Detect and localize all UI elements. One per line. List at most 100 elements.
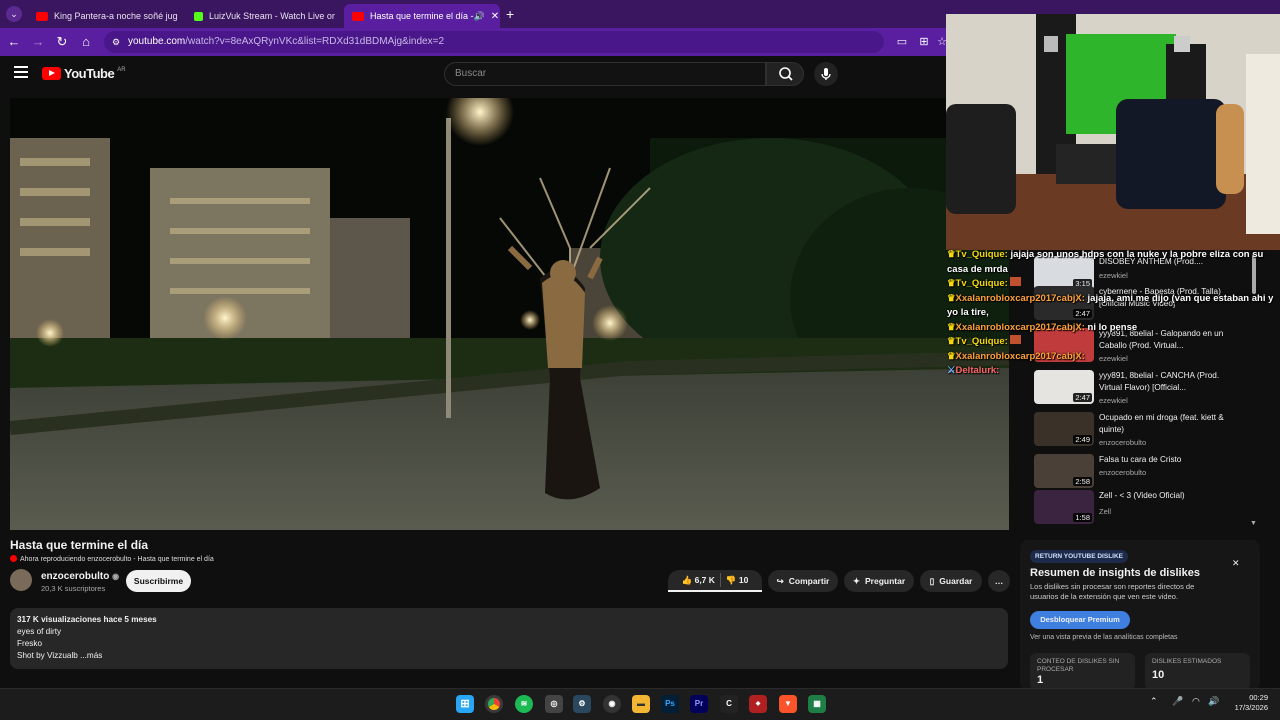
duration-badge: 2:58 — [1073, 477, 1092, 486]
video-thumbnail[interactable]: 2:58 — [1034, 454, 1094, 488]
chat-message: ♛Tv_Quique: jajaja son unos hdps con la … — [946, 248, 1280, 277]
mic-tray-icon[interactable]: 🎤 — [1172, 696, 1183, 707]
emote-icon — [1010, 277, 1022, 286]
tab-hasta-que-termine[interactable]: Hasta que termine el día - 🔊 ✕ — [344, 4, 500, 28]
more-icon: … — [994, 576, 1004, 586]
file-explorer-icon[interactable]: ▬ — [632, 695, 650, 713]
channel-name[interactable]: enzocerobulto — [1099, 468, 1146, 477]
list-item[interactable]: 2:58 Falsa tu cara de Cristo enzocerobul… — [1034, 454, 1254, 490]
home-icon[interactable]: ⌂ — [78, 34, 94, 50]
dislike-insights-panel: RETURN YOUTUBE DISLIKE ✕ Resumen de insi… — [1020, 540, 1260, 690]
chat-message: ♛Xxalanrobloxcarp2017cabjX: — [946, 350, 1280, 365]
speaker-icon[interactable]: 🔊 — [474, 11, 485, 22]
tray-chevron-icon[interactable]: ⌃ — [1150, 696, 1158, 707]
steam-icon[interactable]: ⚙ — [573, 695, 591, 713]
description-line: Fresko — [17, 639, 43, 648]
list-item[interactable]: 2:49 Ocupado en mi droga (feat. kiett & … — [1034, 412, 1254, 448]
youtube-favicon-icon — [352, 11, 364, 21]
chat-username: Xxalanrobloxcarp2017cabjX: — [955, 350, 1085, 362]
dislike-button[interactable]: 👎 10 — [726, 569, 748, 591]
video-frame — [10, 98, 1009, 530]
wifi-icon[interactable]: ◠ — [1192, 696, 1200, 707]
back-icon[interactable]: ← — [6, 34, 22, 50]
volume-icon[interactable]: 🔊 — [1208, 696, 1219, 707]
tab-list-button[interactable]: ⌄ — [6, 6, 22, 22]
url-path: /watch?v=8eAxQRynVKc&list=RDXd31dBDMAjg&… — [185, 36, 445, 47]
webcam-overlay — [946, 14, 1280, 250]
panel-body: Los dislikes sin procesar son reportes d… — [1030, 582, 1195, 601]
photoshop-icon[interactable]: Ps — [661, 695, 679, 713]
search-button[interactable] — [766, 62, 804, 86]
tab-luizvuk[interactable]: LuizVuk Stream - Watch Live or ✕ — [186, 4, 340, 28]
close-tab-icon[interactable]: ✕ — [335, 11, 340, 22]
close-icon[interactable]: ✕ — [1232, 558, 1240, 569]
microphone-icon — [821, 68, 831, 80]
forward-icon[interactable]: → — [30, 34, 46, 50]
panel-title: Resumen de insights de dislikes — [1030, 567, 1200, 579]
obs-icon[interactable]: ◉ — [603, 695, 621, 713]
close-tab-icon[interactable]: ✕ — [178, 11, 180, 22]
discord-icon[interactable]: ◎ — [545, 695, 563, 713]
share-button[interactable]: ↪ Compartir — [768, 570, 838, 592]
windows-start-icon[interactable]: ⊞ — [456, 695, 474, 713]
clock-time: 00:29 — [1249, 693, 1268, 702]
new-tab-button[interactable]: + — [506, 6, 514, 22]
save-button[interactable]: ▯ Guardar — [920, 570, 982, 592]
channel-name[interactable]: enzocerobulto — [1099, 438, 1146, 447]
spotify-icon[interactable]: ≋ — [515, 695, 533, 713]
chat-username: Tv_Quique: — [955, 278, 1008, 289]
channel-name[interactable]: enzocerobulto ◉ — [41, 571, 119, 582]
now-playing: Ahora reproduciendo enzocerobulto - Hast… — [10, 555, 214, 563]
menu-icon[interactable] — [14, 66, 28, 78]
card-value: 10 — [1152, 669, 1165, 681]
preview-text: Ver una vista previa de las analíticas c… — [1030, 634, 1178, 641]
more-actions-button[interactable]: … — [988, 570, 1010, 592]
ask-label: Preguntar — [864, 576, 906, 586]
capcut-icon[interactable]: C — [720, 695, 738, 713]
site-info-icon[interactable]: ⚙ — [112, 31, 120, 53]
video-title[interactable]: Ocupado en mi droga (feat. kiett & quint… — [1099, 412, 1229, 435]
list-item[interactable]: 1:58 Zell - < 3 (Video Oficial) Zell — [1034, 490, 1254, 526]
like-count: 6,7 K — [694, 575, 715, 585]
youtube-logo[interactable]: YouTube AR — [42, 66, 126, 81]
clock[interactable]: 00:29 17/3/2026 — [1226, 693, 1268, 713]
cast-icon[interactable]: ▭ — [894, 34, 910, 50]
spreadsheet-icon[interactable]: ▦ — [808, 695, 826, 713]
search-input[interactable]: Buscar — [444, 62, 766, 86]
youtube-play-logo-icon — [42, 67, 61, 80]
brave-icon[interactable]: ▼ — [779, 695, 797, 713]
chat-username: Tv_Quique: — [955, 249, 1008, 260]
video-title[interactable]: Falsa tu cara de Cristo — [1099, 454, 1229, 466]
close-tab-icon[interactable]: ✕ — [485, 11, 499, 22]
video-title[interactable]: Zell - < 3 (Video Oficial) — [1099, 490, 1229, 502]
subscriber-count: 20,3 K suscriptores — [41, 584, 106, 593]
tab-king-pantera[interactable]: King Pantera-a noche soñé jug ✕ — [28, 4, 180, 28]
channel-name[interactable]: ezewkiel — [1099, 396, 1128, 405]
premiere-icon[interactable]: Pr — [690, 695, 708, 713]
subscribe-button[interactable]: Suscribirme — [126, 570, 191, 592]
reload-icon[interactable]: ↻ — [54, 34, 70, 50]
extensions-icon[interactable]: ⊞ — [916, 34, 932, 50]
emote-icon — [1010, 335, 1022, 344]
chat-username: Xxalanrobloxcarp2017cabjX: — [955, 292, 1085, 304]
voice-search-button[interactable] — [814, 62, 838, 86]
channel-name[interactable]: Zell — [1099, 507, 1111, 516]
video-thumbnail[interactable]: 2:49 — [1034, 412, 1094, 446]
description-box[interactable]: 317 K visualizaciones hace 5 meses eyes … — [10, 608, 1008, 669]
unlock-premium-button[interactable]: Desbloquear Premium — [1030, 611, 1130, 629]
chrome-icon[interactable] — [485, 695, 503, 713]
video-player[interactable] — [10, 98, 1009, 530]
video-thumbnail[interactable]: 1:58 — [1034, 490, 1094, 524]
channel-avatar[interactable] — [10, 569, 32, 591]
kick-favicon-icon — [194, 11, 203, 21]
crown-badge-icon: ♛ — [947, 292, 956, 304]
card-value: 1 — [1037, 674, 1044, 686]
ask-button[interactable]: ✦ Preguntar — [844, 570, 914, 592]
url-field[interactable]: ⚙ youtube.com/watch?v=8eAxQRynVKc&list=R… — [104, 31, 884, 53]
share-label: Compartir — [788, 576, 830, 586]
crown-badge-icon: ♛ — [947, 278, 956, 289]
youtube-favicon-icon — [36, 11, 48, 21]
like-button[interactable]: 👍 6,7 K — [682, 569, 715, 591]
view-stats: 317 K visualizaciones hace 5 meses — [17, 615, 157, 624]
game-app-icon[interactable]: ◆ — [749, 695, 767, 713]
